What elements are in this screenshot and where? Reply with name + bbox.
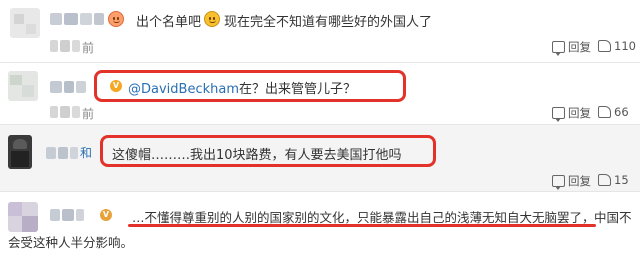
like-count: 66 [614, 105, 629, 119]
avatar[interactable] [10, 8, 40, 38]
comment-text-tail: 中国不 [594, 210, 632, 225]
avatar[interactable] [8, 135, 32, 169]
reply-button[interactable]: 回复 [552, 173, 591, 190]
like-icon [598, 40, 611, 52]
like-count: 15 [614, 173, 629, 187]
verified-badge-icon: V [100, 209, 112, 221]
reply-button[interactable]: 回复 [552, 39, 591, 56]
like-icon [598, 174, 611, 186]
comment-row-1: 出个名单吧 现在完全不知道有哪些好的外国人了 前 回复 110 [0, 0, 640, 62]
avatar[interactable] [8, 202, 38, 232]
username-blurred[interactable] [50, 209, 86, 221]
username-blurred[interactable] [46, 147, 80, 159]
timestamp-suffix: 前 [82, 41, 95, 55]
reply-label: 回复 [568, 174, 591, 188]
timestamp-suffix: 前 [82, 107, 95, 121]
like-button[interactable]: 66 [598, 105, 629, 119]
username-suffix[interactable]: 和 [80, 144, 92, 161]
comment-text: 现在完全不知道有哪些好的外国人了 [224, 15, 433, 30]
reply-icon [552, 107, 565, 122]
comment-row-4: V …不懂得尊重别的人别的国家别的文化，只能暴露出自己的浅薄无知自大无脑罢了， … [0, 192, 640, 255]
timestamp-blurred [50, 106, 82, 118]
grin-emoji-icon [204, 11, 220, 27]
reply-icon [552, 175, 565, 190]
like-count: 110 [614, 39, 636, 53]
comment-row-2: V @DavidBeckham在？出来管管儿子？ 前 回复 66 [0, 63, 640, 123]
like-button[interactable]: 15 [598, 173, 629, 187]
comment-text: 出个名单吧 [136, 15, 202, 30]
highlight-underline [128, 224, 596, 227]
reply-label: 回复 [568, 40, 591, 54]
username-blurred[interactable] [50, 81, 88, 93]
reply-label: 回复 [568, 106, 591, 120]
like-button[interactable]: 110 [598, 39, 636, 53]
grin-emoji-icon [108, 11, 124, 27]
reply-icon [552, 41, 565, 56]
timestamp-blurred [50, 40, 82, 52]
reply-button[interactable]: 回复 [552, 105, 591, 122]
username-blurred[interactable] [50, 13, 106, 25]
like-icon [598, 106, 611, 118]
comment-text-line2: 会受这种人半分影响。 [8, 235, 134, 250]
highlight-box [94, 70, 406, 102]
highlight-box [100, 135, 436, 167]
avatar[interactable] [8, 71, 38, 101]
comment-row-3: 和 这傻帽………我出10块路费，有人要去美国打他吗 回复 15 [0, 125, 640, 191]
